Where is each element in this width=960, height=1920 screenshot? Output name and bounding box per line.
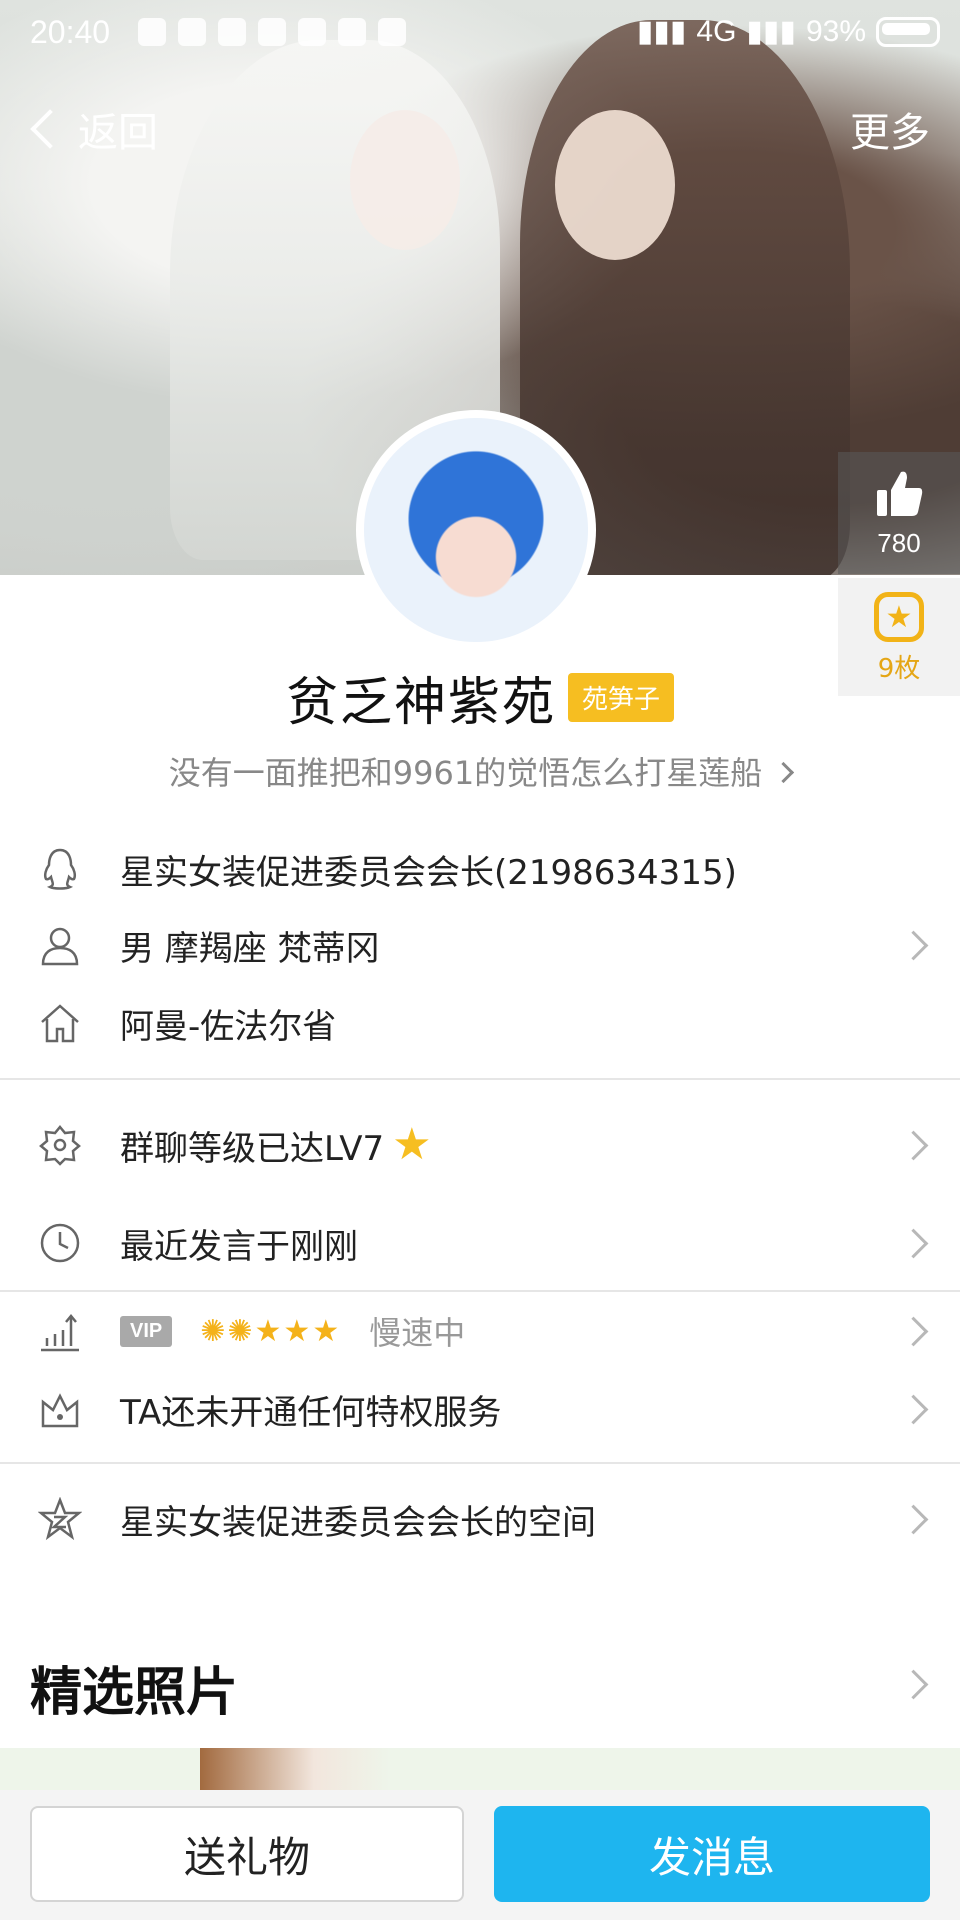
growth-chart-icon: [30, 1301, 90, 1361]
group-level-text: 群聊等级已达LV7: [120, 1128, 385, 1169]
send-gift-button[interactable]: 送礼物: [30, 1806, 464, 1902]
chevron-right-icon: [898, 930, 929, 960]
app-du-icon: [338, 18, 366, 46]
send-message-button[interactable]: 发消息: [494, 1806, 930, 1902]
vip-speed-text: 慢速中: [369, 1314, 466, 1352]
chevron-right-icon: [773, 761, 795, 784]
thumbs-up-icon: [838, 466, 960, 522]
chevron-right-icon: [898, 1130, 929, 1160]
qq-info-text: 星实女装促进委员会会长(2198634315): [120, 852, 737, 893]
wechat-icon: [258, 18, 286, 46]
qq-info-row: 星实女装促进委员会会长(2198634315): [0, 830, 960, 908]
star-level-icon: ★: [392, 1119, 432, 1170]
home-info-row: 阿曼-佐法尔省: [0, 984, 960, 1062]
home-info-text: 阿曼-佐法尔省: [120, 1006, 337, 1047]
back-label: 返回: [78, 110, 158, 156]
cover-face-left: [350, 110, 460, 250]
bottom-action-bar: 送礼物 发消息: [0, 1790, 960, 1920]
chevron-right-icon: [898, 1394, 929, 1424]
signal-icon: ▮▮▮: [636, 15, 687, 48]
status-bar: 20:40 ▮▮▮ 4G ▮▮▮ 93%: [0, 0, 960, 66]
chevron-right-icon[interactable]: [898, 1669, 929, 1700]
qzone-row[interactable]: 星实女装促进委员会会长的空间: [0, 1480, 960, 1558]
bag-icon: [378, 18, 406, 46]
chevron-right-icon: [898, 1228, 929, 1258]
star-medal-icon: ★: [874, 592, 924, 642]
penguin-icon: [30, 839, 90, 899]
chevron-left-icon: [30, 109, 70, 149]
avatar[interactable]: [356, 410, 596, 650]
signal-icon: ▮▮▮: [746, 15, 796, 48]
chevron-right-icon: [898, 1316, 929, 1346]
battery-icon: [876, 16, 940, 47]
more-button[interactable]: 更多: [850, 100, 930, 158]
wechat-icon: [218, 18, 246, 46]
photos-section-title[interactable]: 精选照片: [30, 1650, 238, 1725]
wechat-icon: [178, 18, 206, 46]
home-icon: [30, 993, 90, 1053]
divider: [0, 1462, 960, 1464]
user-icon: [30, 915, 90, 975]
vip-level-icons: ✺✺★★★: [200, 1313, 342, 1349]
cover-face-right: [555, 110, 675, 260]
privilege-text: TA还未开通任何特权服务: [120, 1392, 502, 1433]
group-level-icon: [30, 1115, 90, 1175]
privilege-row[interactable]: TA还未开通任何特权服务: [0, 1370, 960, 1448]
title-badge[interactable]: 苑笋子: [568, 673, 675, 722]
battery-percent: 93%: [805, 14, 866, 48]
crown-icon: [30, 1379, 90, 1439]
group-level-row[interactable]: 群聊等级已达LV7 ★: [0, 1106, 960, 1184]
qzone-text: 星实女装促进委员会会长的空间: [120, 1502, 596, 1543]
recent-speak-row[interactable]: 最近发言于刚刚: [0, 1204, 960, 1282]
shop-icon: [298, 18, 326, 46]
vip-tag: VIP: [120, 1315, 173, 1347]
divider: [0, 1078, 960, 1080]
signature[interactable]: 没有一面推把和9961的觉悟怎么打星莲船: [0, 748, 960, 794]
like-button[interactable]: 780: [838, 452, 960, 574]
signature-text: 没有一面推把和9961的觉悟怎么打星莲船: [168, 754, 763, 792]
notification-icons: [138, 18, 406, 46]
avatar-image: [364, 418, 588, 642]
back-button[interactable]: 返回: [26, 100, 158, 158]
app-notification-icon: [138, 18, 166, 46]
chevron-right-icon: [898, 1504, 929, 1534]
status-time: 20:40: [30, 14, 111, 50]
clock-icon: [30, 1213, 90, 1273]
vip-row[interactable]: VIP ✺✺★★★ 慢速中: [0, 1292, 960, 1370]
like-count: 780: [877, 528, 921, 558]
profile-name: 贫乏神紫苑: [285, 673, 556, 733]
person-info-text: 男 摩羯座 梵蒂冈: [120, 928, 380, 969]
recent-speak-text: 最近发言于刚刚: [120, 1226, 358, 1267]
qzone-star-icon: [30, 1489, 90, 1549]
profile-name-row: 贫乏神紫苑 苑笋子: [0, 660, 960, 735]
status-right: ▮▮▮ 4G ▮▮▮ 93%: [637, 14, 940, 49]
network-type: 4G: [696, 14, 737, 48]
person-info-row[interactable]: 男 摩羯座 梵蒂冈: [0, 906, 960, 984]
